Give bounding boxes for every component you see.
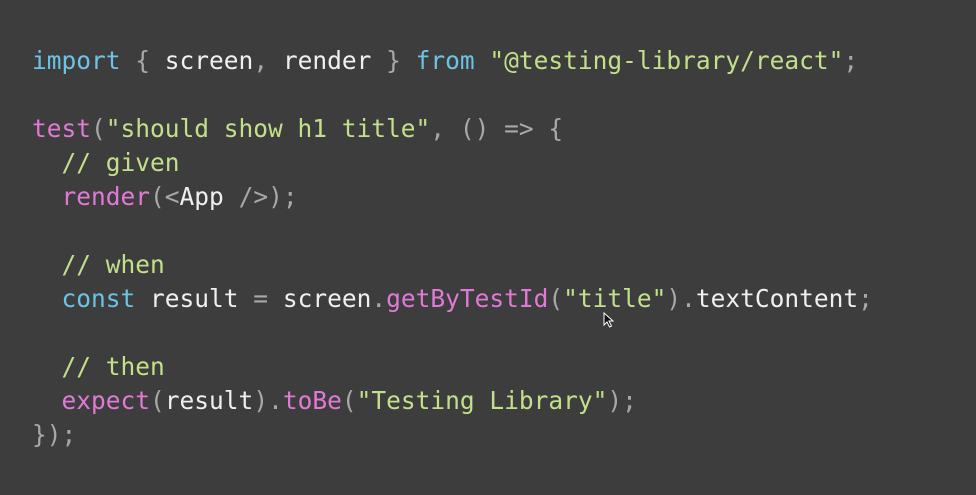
code-token: "@testing-library/react" (489, 46, 844, 75)
code-token: render (61, 182, 151, 211)
code-token: // then (61, 352, 165, 381)
code-token: = (253, 284, 269, 313)
code-token: "Testing Library" (356, 386, 608, 415)
code-token: toBe (282, 386, 342, 415)
code-token: expect (61, 386, 151, 415)
code-token: result (135, 284, 254, 313)
code-line: test("should show h1 title", () => { (32, 112, 873, 146)
code-token: , (253, 46, 269, 75)
code-token: , (430, 114, 460, 143)
code-token: // when (61, 250, 165, 279)
code-token: result (164, 386, 254, 415)
code-line: const result = screen.getByTestId("title… (32, 282, 873, 316)
code-token: // given (61, 148, 180, 177)
code-token: ; (858, 284, 873, 313)
code-token: ( (341, 386, 357, 415)
code-token: { (135, 46, 151, 75)
code-line: }); (32, 418, 873, 452)
code-line: // given (32, 146, 873, 180)
code-token: screen (268, 284, 372, 313)
code-line: // then (32, 350, 873, 384)
code-token: ). (253, 386, 283, 415)
code-line: import { screen, render } from "@testing… (32, 44, 873, 78)
code-token: ). (666, 284, 696, 313)
code-token: } (386, 46, 401, 75)
code-token: }); (32, 420, 77, 449)
code-block: import { screen, render } from "@testing… (32, 44, 873, 452)
code-token: test (32, 114, 92, 143)
code-token: . (371, 284, 387, 313)
code-token: />); (223, 182, 298, 211)
code-token: ( (150, 386, 165, 415)
code-token: getByTestId (386, 284, 549, 313)
code-token: (< (150, 182, 180, 211)
code-token: ( (548, 284, 564, 313)
code-token: import (32, 46, 121, 75)
code-line: // when (32, 248, 873, 282)
code-token: textContent (695, 284, 859, 313)
code-token: from (415, 46, 475, 75)
code-token: ; (843, 46, 859, 75)
code-token: "title" (563, 284, 667, 313)
code-token: screen (150, 46, 254, 75)
code-token: render (268, 46, 387, 75)
code-line: expect(result).toBe("Testing Library"); (32, 384, 873, 418)
code-token: ); (607, 386, 637, 415)
code-token: ( (91, 114, 106, 143)
code-token: "should show h1 title" (105, 114, 431, 143)
mouse-pointer-icon (603, 312, 615, 328)
code-token: () => { (459, 114, 564, 143)
code-token: const (61, 284, 136, 313)
code-line: render(<App />); (32, 180, 873, 214)
code-token: App (179, 182, 224, 211)
